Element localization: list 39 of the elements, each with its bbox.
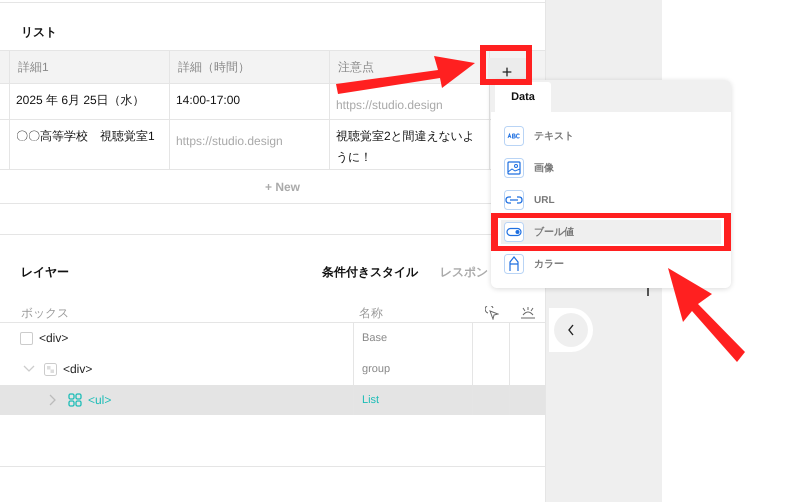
layer-name: group — [362, 362, 390, 377]
grid-icon — [68, 393, 82, 407]
section-title: レイヤー — [20, 264, 69, 280]
column-header: ボックス — [20, 304, 70, 322]
chevron-right-icon[interactable] — [49, 394, 57, 406]
table-cell-text: https://studio.design — [336, 97, 444, 114]
column-header: 詳細（時間） — [170, 51, 330, 83]
eye-closed-icon[interactable] — [520, 306, 536, 319]
collapse-button[interactable] — [554, 313, 588, 347]
abc-icon — [504, 126, 524, 146]
table-cell-text: 14:00-17:00 — [176, 92, 242, 109]
tab[interactable]: Data — [495, 82, 551, 112]
table-cell-text: 2025 年 6月 25日（水） — [16, 92, 146, 109]
table-cell-text: 視聴覚室2と間違えないように！ — [336, 128, 476, 166]
layer-tag: <ul> — [88, 391, 112, 409]
new-row-button[interactable]: + New — [264, 178, 300, 196]
image-icon — [504, 158, 524, 178]
section-title: リスト — [20, 24, 58, 41]
table-cell-text: https://studio.design — [176, 133, 284, 150]
cursor-icon[interactable] — [484, 306, 498, 320]
layer-tag: <div> — [39, 329, 68, 347]
column-header: 名称 — [358, 304, 384, 322]
layer-name: List — [362, 392, 380, 408]
highlight-frame — [480, 45, 532, 85]
layer-row[interactable]: <div> Base — [0, 323, 545, 353]
table-cell-text: 〇〇高等学校 視聴覚室1 — [16, 128, 156, 145]
checker-icon — [44, 362, 57, 376]
tab[interactable]: レスポン — [440, 262, 488, 280]
column-header: 詳細1 — [10, 51, 170, 83]
menu-item[interactable]: ブール値 — [501, 220, 721, 244]
pen-nib-icon — [504, 254, 524, 274]
layer-tag: <div> — [63, 360, 92, 378]
chevron-down-icon[interactable] — [23, 365, 35, 373]
link-icon — [504, 190, 524, 210]
layer-name: Base — [362, 330, 388, 346]
chevron-left-icon — [567, 324, 575, 336]
checkbox-icon — [20, 332, 33, 344]
toggle-icon — [504, 222, 524, 242]
tab[interactable]: 条件付きスタイル — [322, 262, 418, 280]
